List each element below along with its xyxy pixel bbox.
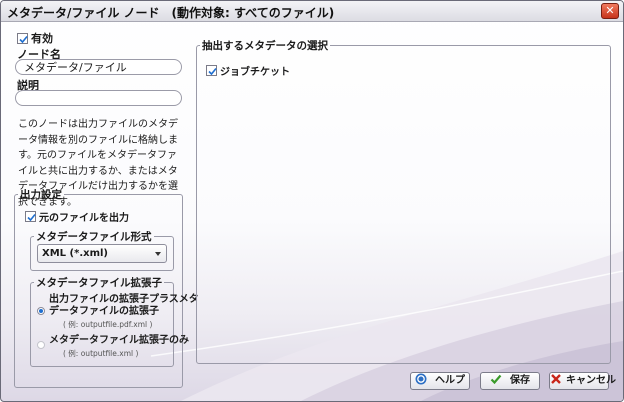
enabled-checkbox[interactable] xyxy=(17,32,28,44)
cancel-button-label: キャンセル xyxy=(566,375,616,386)
cancel-button[interactable]: キャンセル xyxy=(549,372,616,390)
output-original-row[interactable]: 元のファイルを出力 xyxy=(25,209,129,224)
metadata-extension-legend: メタデータファイル拡張子 xyxy=(36,277,162,289)
save-button-label: 保存 xyxy=(510,375,530,386)
extension-option-2-radio[interactable] xyxy=(37,341,45,349)
checkmark-icon xyxy=(19,35,28,43)
output-original-checkbox[interactable] xyxy=(25,211,36,222)
output-original-label: 元のファイルを出力 xyxy=(39,213,129,224)
extension-option-1-radio[interactable] xyxy=(37,307,45,315)
metadata-format-select[interactable]: XML (*.xml) xyxy=(37,244,167,263)
enabled-row[interactable]: 有効 xyxy=(17,30,53,46)
description-field[interactable] xyxy=(15,90,182,106)
extension-option-1-example: ( 例: outputfile.pdf.xml ) xyxy=(63,320,153,329)
checkmark-icon xyxy=(27,213,36,222)
window-title: メタデータ/ファイル ノード (動作対象: すべてのファイル) xyxy=(7,6,335,20)
checkmark-icon xyxy=(490,374,502,385)
help-button-label: ヘルプ xyxy=(435,375,465,386)
extension-option-1-line2[interactable]: データファイルの拡張子 xyxy=(49,306,159,318)
dialog-window: メタデータ/ファイル ノード (動作対象: すべてのファイル) ✕ 有効 ノード… xyxy=(0,0,624,402)
close-button[interactable]: ✕ xyxy=(601,3,619,19)
close-icon: ✕ xyxy=(605,4,615,17)
enabled-label: 有効 xyxy=(31,32,53,45)
extension-option-2-label[interactable]: メタデータファイル拡張子のみ xyxy=(49,335,189,347)
node-name-field[interactable]: メタデータ/ファイル xyxy=(15,59,182,75)
title-bar: メタデータ/ファイル ノード (動作対象: すべてのファイル) ✕ xyxy=(1,1,623,22)
extension-option-2-example: ( 例: outputfile.xml ) xyxy=(63,349,139,358)
x-icon xyxy=(551,374,561,384)
metadata-format-value: XML (*.xml) xyxy=(42,248,108,259)
help-button[interactable]: ヘルプ xyxy=(410,372,470,390)
output-settings-legend: 出力設定 xyxy=(20,189,62,201)
question-circle-icon xyxy=(415,373,427,385)
metadata-selection-legend: 抽出するメタデータの選択 xyxy=(202,40,328,52)
extension-option-1-line1[interactable]: 出力ファイルの拡張子プラスメタ xyxy=(49,294,199,306)
metadata-item-row[interactable]: ジョブチケット xyxy=(206,63,290,78)
job-ticket-label: ジョブチケット xyxy=(220,67,290,78)
checkmark-icon xyxy=(208,67,217,76)
save-button[interactable]: 保存 xyxy=(480,372,540,390)
job-ticket-checkbox[interactable] xyxy=(206,65,217,76)
chevron-down-icon xyxy=(155,252,161,256)
metadata-selection-group: 抽出するメタデータの選択 xyxy=(196,38,611,364)
metadata-format-legend: メタデータファイル形式 xyxy=(36,231,152,243)
